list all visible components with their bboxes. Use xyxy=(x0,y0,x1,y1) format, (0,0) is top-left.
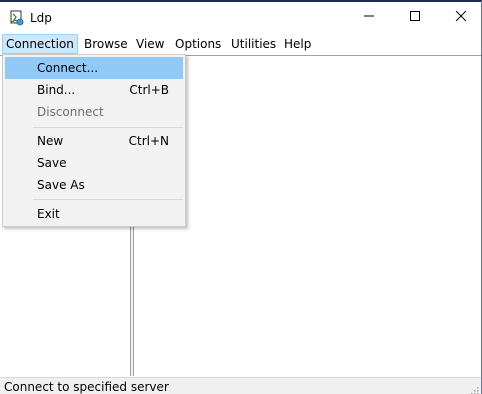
menu-item-label: Exit xyxy=(37,207,60,221)
menu-connection[interactable]: Connection xyxy=(2,34,78,54)
menu-options[interactable]: Options xyxy=(171,34,225,54)
menu-separator xyxy=(33,127,183,128)
menu-item-label: Disconnect xyxy=(37,105,104,119)
menu-item-new[interactable]: New Ctrl+N xyxy=(5,130,183,152)
ldp-app-icon[interactable] xyxy=(9,10,25,26)
menu-item-disconnect[interactable]: Disconnect xyxy=(5,101,183,123)
menu-item-label: Connect... xyxy=(37,61,99,75)
window-title: Ldp xyxy=(30,11,52,25)
menu-item-connect[interactable]: Connect... xyxy=(5,57,183,79)
menu-item-label: Save As xyxy=(37,178,85,192)
menu-view[interactable]: View xyxy=(132,34,168,54)
menu-item-save-as[interactable]: Save As xyxy=(5,174,183,196)
menu-browse[interactable]: Browse xyxy=(80,34,132,54)
menu-item-label: Bind... xyxy=(37,83,76,97)
menu-item-label: Save xyxy=(37,156,67,170)
minimize-icon xyxy=(363,10,375,25)
status-bar: Connect to specified server xyxy=(0,377,481,394)
menu-item-shortcut: Ctrl+N xyxy=(128,134,169,148)
menu-utilities[interactable]: Utilities xyxy=(227,34,280,54)
menu-item-shortcut: Ctrl+B xyxy=(129,83,169,97)
maximize-icon xyxy=(409,10,421,25)
menu-item-exit[interactable]: Exit xyxy=(5,203,183,225)
output-pane[interactable] xyxy=(134,56,481,376)
close-button[interactable] xyxy=(438,2,481,32)
status-text: Connect to specified server xyxy=(4,380,169,394)
resize-grip-icon[interactable] xyxy=(469,384,479,394)
menu-item-save[interactable]: Save xyxy=(5,152,183,174)
title-bar[interactable]: Ldp xyxy=(0,2,481,33)
menu-item-label: New xyxy=(37,134,64,148)
menu-separator xyxy=(33,199,183,200)
ldp-window: Ldp Connection Browse View Options Utili… xyxy=(0,0,482,394)
menu-bar: Connection Browse View Options Utilities… xyxy=(0,34,481,54)
menu-item-bind[interactable]: Bind... Ctrl+B xyxy=(5,79,183,101)
connection-menu: Connect... Bind... Ctrl+B Disconnect New… xyxy=(2,54,186,227)
menu-help[interactable]: Help xyxy=(280,34,315,54)
close-icon xyxy=(455,10,467,25)
maximize-button[interactable] xyxy=(392,2,438,32)
minimize-button[interactable] xyxy=(346,2,392,32)
